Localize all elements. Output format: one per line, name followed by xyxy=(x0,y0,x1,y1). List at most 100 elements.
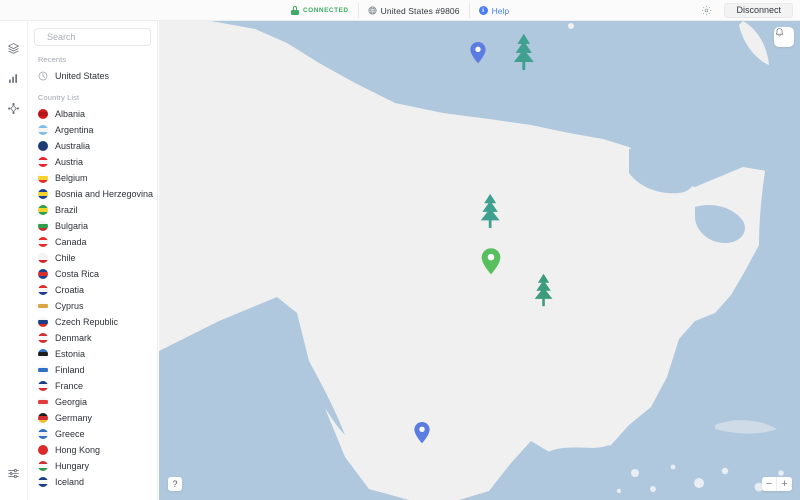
current-server-label: United States #9806 xyxy=(380,5,460,16)
connection-status-pill: CONNECTED xyxy=(282,3,358,18)
pine-tree-icon xyxy=(534,273,553,307)
country-name-label: Brazil xyxy=(55,205,78,215)
country-flag-icon xyxy=(38,429,48,439)
country-flag-icon xyxy=(38,365,48,375)
map-zoom-controls: − + xyxy=(762,477,792,491)
country-list-item[interactable]: Georgia xyxy=(28,394,157,410)
gear-icon[interactable] xyxy=(698,3,715,18)
country-list-item[interactable]: Czech Republic xyxy=(28,314,157,330)
country-list-item[interactable]: Croatia xyxy=(28,282,157,298)
country-flag-icon xyxy=(38,333,48,343)
meshnet-nodes-icon xyxy=(8,102,19,114)
lock-icon xyxy=(290,6,299,15)
country-list-item[interactable]: Canada xyxy=(28,234,157,250)
country-name-label: Hungary xyxy=(55,461,90,471)
notifications-button[interactable] xyxy=(774,27,794,47)
country-name-label: Costa Rica xyxy=(55,269,100,279)
country-list-item[interactable]: Australia xyxy=(28,138,157,154)
zoom-out-button[interactable]: − xyxy=(762,477,777,491)
country-list-item[interactable]: Hungary xyxy=(28,458,157,474)
country-name-label: Bosnia and Herzegovina xyxy=(55,189,154,199)
map-help-button[interactable]: ? xyxy=(168,477,182,491)
country-flag-icon xyxy=(38,109,48,119)
world-map[interactable]: ? − + xyxy=(159,21,800,500)
country-list-item[interactable]: Belgium xyxy=(28,170,157,186)
country-list-item[interactable]: Germany xyxy=(28,410,157,426)
country-flag-icon xyxy=(38,125,48,135)
connection-status-group: CONNECTED United States #9806 i Help xyxy=(282,3,518,18)
country-list-item[interactable]: Bosnia and Herzegovina xyxy=(28,186,157,202)
country-name-label: Greece xyxy=(55,429,85,439)
country-flag-icon xyxy=(38,397,48,407)
sidebar-item-vpn-layers[interactable] xyxy=(0,33,28,63)
country-list-item[interactable]: Bulgaria xyxy=(28,218,157,234)
country-name-label: Denmark xyxy=(55,333,92,343)
vpn-app-window: CONNECTED United States #9806 i Help Dis… xyxy=(0,0,800,500)
country-name-label: France xyxy=(55,381,84,391)
country-name-label: Argentina xyxy=(55,125,94,135)
recent-item[interactable]: United States xyxy=(28,68,157,84)
country-flag-icon xyxy=(38,381,48,391)
help-label: Help xyxy=(491,5,510,16)
country-flag-icon xyxy=(38,285,48,295)
disconnect-button[interactable]: Disconnect xyxy=(724,3,793,18)
country-flag-icon xyxy=(38,445,48,455)
country-flag-icon xyxy=(38,269,48,279)
connection-status-label: CONNECTED xyxy=(302,7,349,14)
country-sidebar: Recents United States Country List Alban… xyxy=(28,21,158,500)
country-name-label: Chile xyxy=(55,253,76,263)
country-name-label: Belgium xyxy=(55,173,88,183)
zoom-in-button[interactable]: + xyxy=(777,477,792,491)
country-flag-icon xyxy=(38,413,48,423)
country-name-label: Hong Kong xyxy=(55,445,101,455)
country-name-label: Canada xyxy=(55,237,87,247)
country-list-item[interactable]: Iceland xyxy=(28,474,157,490)
country-name-label: Croatia xyxy=(55,285,85,295)
country-list-item[interactable]: Estonia xyxy=(28,346,157,362)
country-name-label: Georgia xyxy=(55,397,88,407)
country-list-item[interactable]: Denmark xyxy=(28,330,157,346)
country-name-label: Bulgaria xyxy=(55,221,89,231)
titlebar: CONNECTED United States #9806 i Help Dis… xyxy=(0,0,800,21)
country-list-item[interactable]: Albania xyxy=(28,106,157,122)
help-pill[interactable]: i Help xyxy=(468,3,518,18)
country-name-label: Australia xyxy=(55,141,91,151)
country-list-item[interactable]: Greece xyxy=(28,426,157,442)
recent-item-label: United States xyxy=(55,71,110,81)
country-name-label: Iceland xyxy=(55,477,85,487)
country-list-item[interactable]: Chile xyxy=(28,250,157,266)
sidebar-item-statistics[interactable] xyxy=(0,63,28,93)
country-flag-icon xyxy=(38,461,48,471)
country-name-label: Germany xyxy=(55,413,93,423)
current-server-pill[interactable]: United States #9806 xyxy=(357,3,469,18)
country-list-item[interactable]: Costa Rica xyxy=(28,266,157,282)
bell-icon xyxy=(775,28,784,37)
country-flag-icon xyxy=(38,157,48,167)
country-flag-icon xyxy=(38,317,48,327)
map-pin-icon xyxy=(470,41,486,64)
country-flag-icon xyxy=(38,477,48,487)
sidebar-item-meshnet[interactable] xyxy=(0,93,28,123)
search-box[interactable] xyxy=(34,28,151,46)
country-flag-icon xyxy=(38,205,48,215)
clock-icon xyxy=(38,71,48,81)
map-pin-icon xyxy=(414,421,430,444)
country-list-item[interactable]: France xyxy=(28,378,157,394)
country-name-label: Cyprus xyxy=(55,301,84,311)
country-flag-icon xyxy=(38,141,48,151)
country-flag-icon xyxy=(38,301,48,311)
sidebar-item-settings[interactable] xyxy=(0,458,28,488)
search-input[interactable] xyxy=(47,32,143,42)
country-name-label: Austria xyxy=(55,157,84,167)
layers-icon xyxy=(8,42,19,54)
country-flag-icon xyxy=(38,221,48,231)
country-list-item[interactable]: Austria xyxy=(28,154,157,170)
sliders-icon xyxy=(8,468,19,478)
country-list-item[interactable]: Argentina xyxy=(28,122,157,138)
country-list-item[interactable]: Brazil xyxy=(28,202,157,218)
country-list-item[interactable]: Hong Kong xyxy=(28,442,157,458)
country-list-item[interactable]: Finland xyxy=(28,362,157,378)
titlebar-center-group: CONNECTED United States #9806 i Help xyxy=(0,0,800,21)
recents-header: Recents xyxy=(38,55,67,64)
country-list-item[interactable]: Cyprus xyxy=(28,298,157,314)
